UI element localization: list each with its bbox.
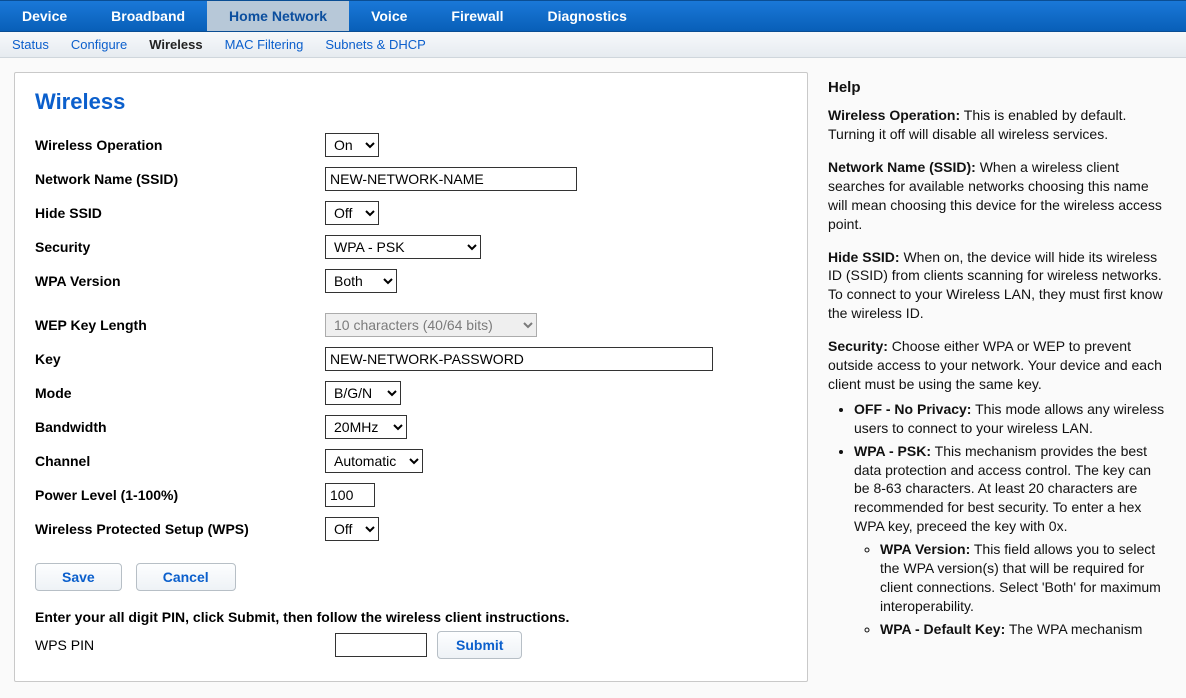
label-key: Key <box>35 351 325 367</box>
wps-instruction: Enter your all digit PIN, click Submit, … <box>35 609 787 625</box>
select-wps[interactable]: Off <box>325 517 379 541</box>
label-wps-pin: WPS PIN <box>35 637 325 653</box>
label-security: Security <box>35 239 325 255</box>
input-wps-pin[interactable] <box>335 633 427 657</box>
nav-home-network[interactable]: Home Network <box>207 1 349 31</box>
page-title: Wireless <box>35 89 787 115</box>
wireless-panel: Wireless Wireless Operation On Network N… <box>14 72 808 682</box>
nav-voice[interactable]: Voice <box>349 1 429 31</box>
select-wpa-version[interactable]: Both <box>325 269 397 293</box>
label-power-level: Power Level (1-100%) <box>35 487 325 503</box>
select-wep-key-length: 10 characters (40/64 bits) <box>325 313 537 337</box>
label-mode: Mode <box>35 385 325 401</box>
help-wpa-version: WPA Version: This field allows you to se… <box>880 540 1166 616</box>
select-bandwidth[interactable]: 20MHz <box>325 415 407 439</box>
label-wps: Wireless Protected Setup (WPS) <box>35 521 325 537</box>
help-ssid: Network Name (SSID): When a wireless cli… <box>828 158 1166 234</box>
select-channel[interactable]: Automatic <box>325 449 423 473</box>
nav-firewall[interactable]: Firewall <box>429 1 525 31</box>
subnav-subnets-dhcp[interactable]: Subnets & DHCP <box>325 37 425 52</box>
select-hide-ssid[interactable]: Off <box>325 201 379 225</box>
label-ssid: Network Name (SSID) <box>35 171 325 187</box>
select-wireless-operation[interactable]: On <box>325 133 379 157</box>
label-wpa-version: WPA Version <box>35 273 325 289</box>
submit-button[interactable]: Submit <box>437 631 522 659</box>
subnav-wireless[interactable]: Wireless <box>149 37 202 52</box>
primary-nav: Device Broadband Home Network Voice Fire… <box>0 0 1186 32</box>
label-hide-ssid: Hide SSID <box>35 205 325 221</box>
input-key[interactable] <box>325 347 713 371</box>
input-power-level[interactable] <box>325 483 375 507</box>
help-security: Security: Choose either WPA or WEP to pr… <box>828 337 1166 394</box>
nav-device[interactable]: Device <box>0 1 89 31</box>
subnav-configure[interactable]: Configure <box>71 37 127 52</box>
help-security-list: OFF - No Privacy: This mode allows any w… <box>828 400 1166 639</box>
help-wpa-default-key: WPA - Default Key: The WPA mechanism <box>880 620 1166 639</box>
input-ssid[interactable] <box>325 167 577 191</box>
help-off: OFF - No Privacy: This mode allows any w… <box>854 400 1166 438</box>
help-wireless-operation: Wireless Operation: This is enabled by d… <box>828 106 1166 144</box>
nav-diagnostics[interactable]: Diagnostics <box>526 1 649 31</box>
label-bandwidth: Bandwidth <box>35 419 325 435</box>
subnav-status[interactable]: Status <box>12 37 49 52</box>
secondary-nav: Status Configure Wireless MAC Filtering … <box>0 32 1186 58</box>
save-button[interactable]: Save <box>35 563 122 591</box>
select-mode[interactable]: B/G/N <box>325 381 401 405</box>
help-wpa-psk: WPA - PSK: This mechanism provides the b… <box>854 442 1166 639</box>
help-sidebar: Help Wireless Operation: This is enabled… <box>822 72 1172 682</box>
help-hide-ssid: Hide SSID: When on, the device will hide… <box>828 248 1166 324</box>
subnav-mac-filtering[interactable]: MAC Filtering <box>225 37 304 52</box>
nav-broadband[interactable]: Broadband <box>89 1 207 31</box>
label-wep-key-length: WEP Key Length <box>35 317 325 333</box>
cancel-button[interactable]: Cancel <box>136 563 236 591</box>
select-security[interactable]: WPA - PSK <box>325 235 481 259</box>
help-title: Help <box>828 78 1166 98</box>
label-channel: Channel <box>35 453 325 469</box>
label-wireless-operation: Wireless Operation <box>35 137 325 153</box>
